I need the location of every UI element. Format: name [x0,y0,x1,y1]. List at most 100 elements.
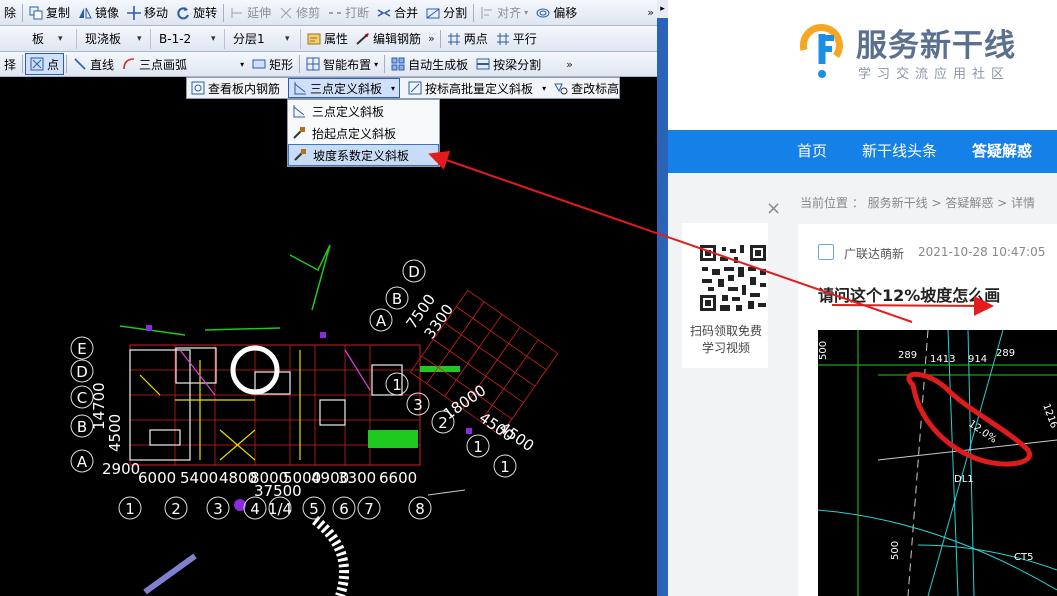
scroll-up-icon[interactable]: ▸ [657,0,668,18]
three-point-slope-button[interactable]: 三点定义斜板 ▾ [288,78,401,98]
qr-card: 扫码领取免费学习视频 [682,223,768,368]
edit-rebar-button[interactable]: 编辑钢筋 [352,28,425,50]
split-by-beam-button[interactable]: 按梁分割 [472,53,545,75]
split-label: 分割 [443,6,468,20]
delete-button[interactable]: 除 [0,2,20,24]
point-label: 点 [47,57,60,72]
break-label: 打断 [345,6,370,20]
nav-headlines[interactable]: 新干线头条 [862,130,937,173]
align-icon [481,6,493,19]
component-name-value: B-1-2 [159,31,192,46]
toolbar-overflow-icon[interactable]: » [563,58,576,71]
offset-button[interactable]: 偏移 [532,2,581,24]
smart-layout-label: 智能布置 [323,57,372,72]
chevron-down-icon: ▾ [137,33,142,44]
axis-label-E: E [77,340,86,358]
line-label: 直线 [90,57,115,72]
merge-button[interactable]: 合并 [373,2,422,24]
main-nav: 首页 新干线头条 答疑解惑 [668,130,1057,173]
menu-item-raise-point-slope[interactable]: 抬起点定义斜板 [288,122,439,144]
axis-label-6: 6 [339,500,349,518]
component-toolbar: 板 ▾ 现浇板 ▾ B-1-2 ▾ 分层1 ▾ 属性 编辑钢筋 » 两点 平行 [0,26,657,52]
axis-rot-1: 1 [392,376,402,394]
line-button[interactable]: 直线 [69,53,118,75]
dim-4500: 4500 [106,414,124,452]
axis-label-A: A [77,453,88,471]
mirror-button[interactable]: 镜像 [74,2,123,24]
component-name-combo[interactable]: B-1-2 ▾ [155,28,225,49]
dim-6000: 6000 [138,469,176,487]
rotate-button[interactable]: 旋转 [172,2,221,24]
kind-combo[interactable]: 现浇板 ▾ [81,28,151,49]
toolbar-overflow-icon[interactable]: » [644,6,657,19]
image-dl1-label: DL1 [954,474,974,485]
image-dim-500b: 500 [890,541,901,560]
window-divider: ▸ [657,0,668,596]
slope-dropdown-menu: 三点定义斜板 抬起点定义斜板 坡度系数定义斜板 [287,99,440,167]
user-avatar-icon [818,244,834,260]
move-icon [127,5,142,20]
copy-button[interactable]: 复制 [25,2,74,24]
copy-label: 复制 [46,6,71,20]
split-icon [426,8,440,18]
two-point-button[interactable]: 两点 [443,28,492,50]
kind-combo-value: 现浇板 [85,32,122,46]
trim-button[interactable]: 修剪 [275,2,324,24]
move-button[interactable]: 移动 [123,2,172,24]
view-slab-rebar-button[interactable]: 查看板内钢筋 [187,78,284,98]
parallel-button[interactable]: 平行 [492,28,541,50]
properties-button[interactable]: 属性 [303,28,352,50]
point-icon [30,57,44,71]
axis-label-1-4: 1/4 [268,500,292,518]
slope-icon [294,82,307,95]
toolbar-overflow-icon[interactable]: » [425,32,438,45]
nav-home[interactable]: 首页 [797,130,827,173]
chevron-down-icon: ▾ [542,83,547,93]
type-combo-value: 板 [32,32,45,46]
auto-generate-icon [391,57,405,71]
close-icon[interactable]: × [766,198,781,219]
select-button[interactable]: 择 [0,53,20,75]
break-button[interactable]: 打断 [324,2,373,24]
qr-code-image [698,243,768,313]
arc-button[interactable]: 三点画弧 ▾ [118,53,248,75]
select-label: 择 [4,57,17,72]
split-button[interactable]: 分割 [422,2,471,24]
copy-icon [29,6,43,19]
merge-label: 合并 [394,6,419,20]
logo-icon [799,24,843,78]
rect-button[interactable]: 矩形 [248,53,297,75]
batch-slope-button[interactable]: 按标高批量定义斜板 ▾ [404,78,550,98]
offset-label: 偏移 [553,6,578,20]
author-name[interactable]: 广联达萌新 [844,245,904,262]
three-point-slope-label: 三点定义斜板 [310,81,383,96]
smart-layout-button[interactable]: 智能布置 ▾ [302,53,382,75]
check-elevation-button[interactable]: 查改标高 [550,78,623,98]
axis-label-D: D [76,363,88,381]
nav-qa[interactable]: 答疑解惑 [972,130,1032,173]
point-button[interactable]: 点 [25,53,65,75]
auto-generate-slab-button[interactable]: 自动生成板 [387,53,472,75]
question-image[interactable]: 500 289 1413 914 289 12.0% DL1 CT5 1216 … [818,330,1057,596]
site-name: 服务新干线 [856,28,1016,64]
trim-label: 修剪 [296,6,321,20]
parallel-label: 平行 [512,32,537,46]
axis-label-5: 5 [309,500,319,518]
align-button[interactable]: 对齐 ▾ [476,2,532,24]
menu-item-three-point-slope[interactable]: 三点定义斜板 [288,100,439,122]
rebar-icon [356,32,369,45]
extend-label: 延伸 [247,6,272,20]
extend-button[interactable]: 延伸 [226,2,275,24]
delete-label: 除 [4,6,17,20]
axis-label-B: B [77,418,87,436]
layer-combo[interactable]: 分层1 ▾ [229,28,301,49]
menu-item-slope-coefficient[interactable]: 坡度系数定义斜板 [288,144,439,166]
axis-label-2: 2 [171,500,181,518]
menu-item-label: 坡度系数定义斜板 [313,148,410,163]
batch-slope-icon [408,81,422,95]
axis-label-7: 7 [364,500,374,518]
parallel-grid-icon [496,32,509,45]
type-combo[interactable]: 板 ▾ [2,28,77,49]
view-rebar-icon [191,81,205,95]
rotate-label: 旋转 [193,6,218,20]
